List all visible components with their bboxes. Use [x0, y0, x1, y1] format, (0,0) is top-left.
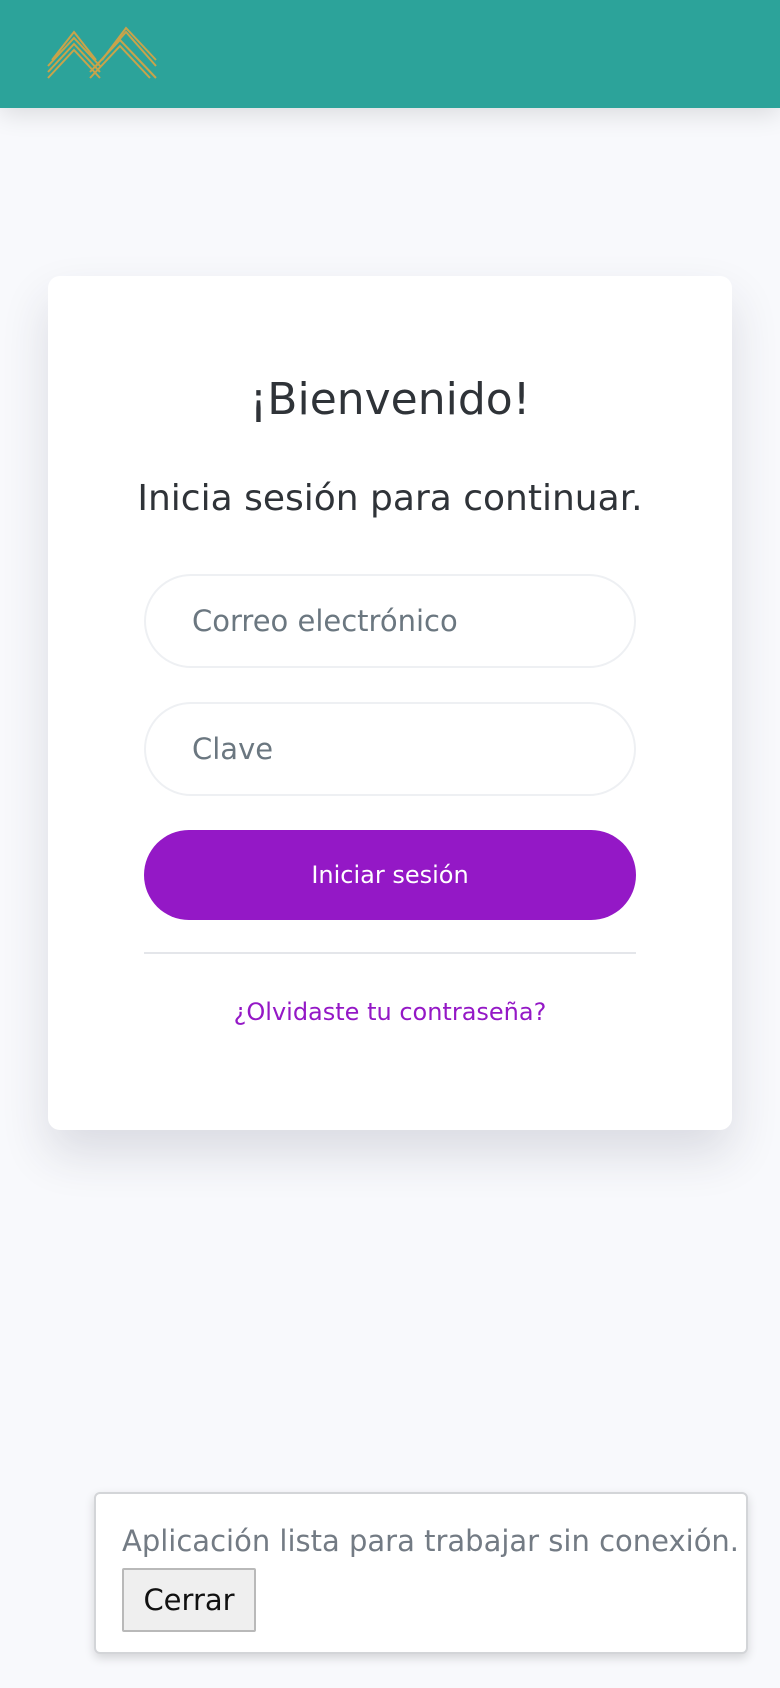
app-header — [0, 0, 780, 108]
divider — [144, 952, 636, 954]
email-field[interactable] — [144, 574, 636, 668]
login-button[interactable]: Iniciar sesión — [144, 830, 636, 920]
offline-ready-toast: Aplicación lista para trabajar sin conex… — [94, 1492, 748, 1654]
toast-message: Aplicación lista para trabajar sin conex… — [122, 1524, 740, 1558]
welcome-title: ¡Bienvenido! — [249, 374, 531, 425]
login-card: ¡Bienvenido! Inicia sesión para continua… — [48, 276, 732, 1130]
close-toast-button[interactable]: Cerrar — [122, 1568, 256, 1632]
login-subtitle: Inicia sesión para continuar. — [137, 478, 643, 519]
chevron-logo-icon — [47, 26, 157, 79]
forgot-password-link[interactable]: ¿Olvidaste tu contraseña? — [48, 998, 732, 1026]
password-field[interactable] — [144, 702, 636, 796]
